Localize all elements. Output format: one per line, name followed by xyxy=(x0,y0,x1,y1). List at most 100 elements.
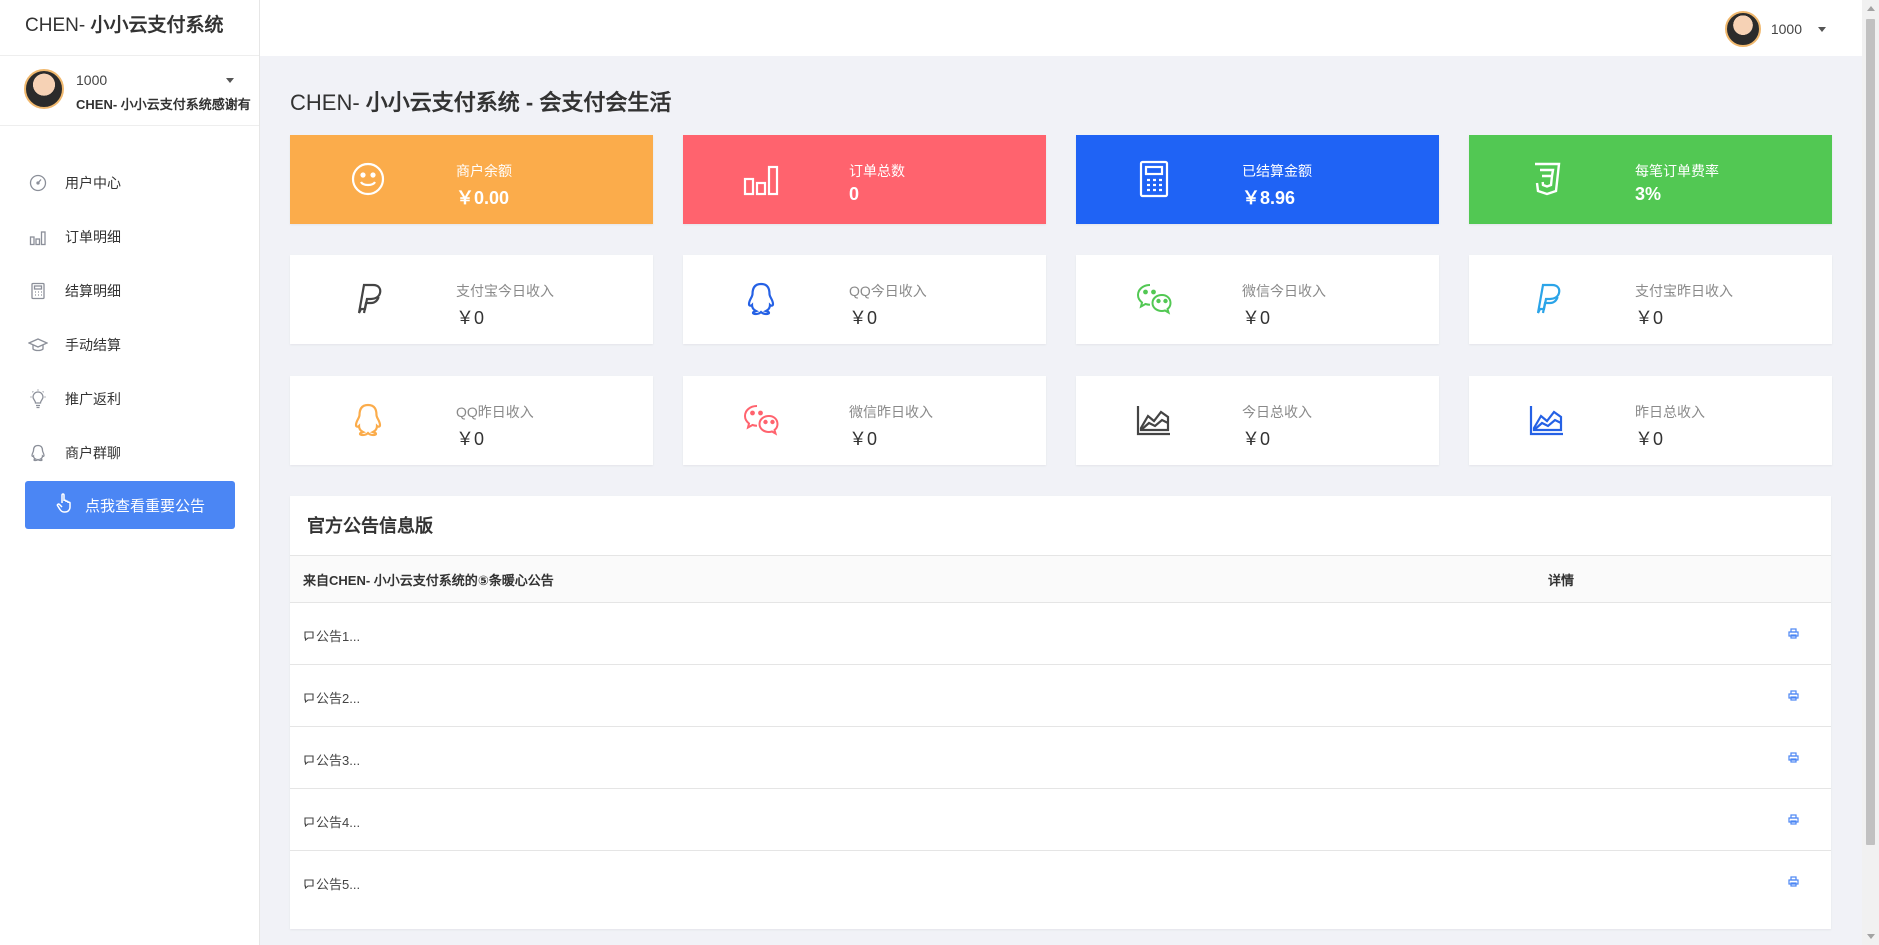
sidebar-item-label: 用户中心 xyxy=(65,175,121,191)
page-title-name: 小小云支付系统 xyxy=(365,90,520,115)
print-icon[interactable] xyxy=(1788,627,1799,642)
table-row[interactable]: 公告1... xyxy=(290,603,1831,665)
stat-label: 支付宝昨日收入 xyxy=(1635,283,1733,299)
announcement-panel-title: 官方公告信息版 xyxy=(290,496,1831,556)
sidebar-item-label: 结算明细 xyxy=(65,283,121,299)
sidebar-user-panel[interactable]: 1000 CHEN- 小小云支付系统感谢有 xyxy=(0,56,259,126)
page-title: CHEN- 小小云支付系统 - 会支付会生活 xyxy=(290,85,671,117)
comment-icon xyxy=(304,878,314,889)
scroll-down-arrow-icon[interactable] xyxy=(1867,934,1875,939)
calculator-icon xyxy=(1132,157,1176,201)
sidebar-nav: 用户中心 订单明细 结算明细 手动结算 推广返利 商户群聊 xyxy=(0,126,259,480)
comment-icon xyxy=(304,816,314,827)
stat-label: 每笔订单费率 xyxy=(1635,163,1719,179)
page-title-suffix: - 会支付会生活 xyxy=(519,90,672,115)
qq-icon xyxy=(346,398,390,442)
stat-value: ￥0 xyxy=(456,429,485,449)
sidebar-item-settlements[interactable]: 结算明细 xyxy=(0,264,259,318)
stat-card-order-count: 订单总数 0 xyxy=(683,135,1046,224)
print-icon[interactable] xyxy=(1788,689,1799,704)
table-row[interactable]: 公告5... xyxy=(290,851,1831,913)
stat-label: 昨日总收入 xyxy=(1635,404,1705,420)
view-announcement-button[interactable]: 点我查看重要公告 xyxy=(25,481,235,529)
calculator-icon xyxy=(28,281,48,301)
area-chart-icon xyxy=(1132,398,1176,442)
announcement-link[interactable]: 公告4... xyxy=(304,812,360,831)
view-announcement-label: 点我查看重要公告 xyxy=(84,497,205,515)
print-icon[interactable] xyxy=(1788,813,1799,828)
stat-card-qq-today: QQ今日收入 ￥0 xyxy=(683,255,1046,344)
announcement-title: 公告5... xyxy=(316,877,361,892)
sidebar-item-user-center[interactable]: 用户中心 xyxy=(0,156,259,210)
comment-icon xyxy=(304,692,314,703)
announcement-panel: 官方公告信息版 来自CHEN- 小小云支付系统的⑤条暖心公告 详情 公告1...… xyxy=(290,496,1831,929)
stat-label: 订单总数 xyxy=(849,163,905,179)
stat-card-settled-amount: 已结算金额 ￥8.96 xyxy=(1076,135,1439,224)
sidebar-item-label: 订单明细 xyxy=(65,229,121,245)
stat-value: ￥0 xyxy=(1242,308,1271,328)
stat-card-wechat-today: 微信今日收入 ￥0 xyxy=(1076,255,1439,344)
print-icon[interactable] xyxy=(1788,751,1799,766)
bar-chart-icon xyxy=(739,157,783,201)
stat-card-alipay-today: 支付宝今日收入 ￥0 xyxy=(290,255,653,344)
page-title-prefix: CHEN- xyxy=(290,90,366,115)
print-icon[interactable] xyxy=(1788,875,1799,890)
hand-pointer-icon xyxy=(55,492,75,518)
stat-label: 微信今日收入 xyxy=(1242,283,1326,299)
paypal-icon xyxy=(1525,277,1569,321)
chevron-down-icon[interactable] xyxy=(226,78,234,83)
table-row[interactable]: 公告2... xyxy=(290,665,1831,727)
sidebar-item-orders[interactable]: 订单明细 xyxy=(0,210,259,264)
comment-icon xyxy=(304,630,314,641)
stat-label: QQ昨日收入 xyxy=(456,404,534,420)
brand-title[interactable]: CHEN- 小小云支付系统 xyxy=(0,0,259,56)
brand-name: 小小云支付系统 xyxy=(90,15,224,36)
stat-value: ￥0 xyxy=(456,308,485,328)
table-row[interactable]: 公告3... xyxy=(290,727,1831,789)
sidebar-item-manual-settlement[interactable]: 手动结算 xyxy=(0,318,259,372)
announcement-title: 公告4... xyxy=(316,815,361,830)
stat-value: ￥0 xyxy=(1242,429,1271,449)
announcement-title: 公告3... xyxy=(316,753,361,768)
sidebar-item-label: 手动结算 xyxy=(65,337,121,353)
sidebar-item-referral[interactable]: 推广返利 xyxy=(0,372,259,426)
comment-icon xyxy=(304,754,314,765)
table-header-detail: 详情 xyxy=(1548,572,1575,588)
stat-card-wechat-yesterday: 微信昨日收入 ￥0 xyxy=(683,376,1046,465)
dashboard-icon xyxy=(28,173,48,193)
announcement-title: 公告1... xyxy=(316,629,361,644)
announcement-title: 公告2... xyxy=(316,691,361,706)
paypal-icon xyxy=(346,277,390,321)
stat-card-yesterday-total: 昨日总收入 ￥0 xyxy=(1469,376,1832,465)
announcement-link[interactable]: 公告1... xyxy=(304,626,360,645)
smile-icon xyxy=(346,157,390,201)
stat-value: ￥0.00 xyxy=(456,188,510,208)
scrollbar-thumb[interactable] xyxy=(1866,19,1875,845)
stat-value: 0 xyxy=(849,184,860,204)
stat-label: 微信昨日收入 xyxy=(849,404,933,420)
sidebar-item-label: 商户群聊 xyxy=(65,445,121,461)
announcement-link[interactable]: 公告5... xyxy=(304,874,360,893)
table-row[interactable]: 公告4... xyxy=(290,789,1831,851)
bar-chart-icon xyxy=(28,227,48,247)
area-chart-icon xyxy=(1525,398,1569,442)
announcement-link[interactable]: 公告2... xyxy=(304,688,360,707)
qq-icon xyxy=(739,277,783,321)
stat-label: 已结算金额 xyxy=(1242,163,1312,179)
sidebar-item-merchant-chat[interactable]: 商户群聊 xyxy=(0,426,259,480)
stat-value: ￥0 xyxy=(849,429,878,449)
brand-prefix: CHEN- xyxy=(25,15,91,36)
avatar xyxy=(24,69,64,109)
stat-label: 支付宝今日收入 xyxy=(456,283,554,299)
sidebar-item-label: 推广返利 xyxy=(65,391,121,407)
wechat-icon xyxy=(739,398,783,442)
user-menu[interactable]: 1000 xyxy=(1724,11,1826,47)
announcement-link[interactable]: 公告3... xyxy=(304,750,360,769)
wechat-icon xyxy=(1132,277,1176,321)
scroll-up-arrow-icon[interactable] xyxy=(1867,6,1875,11)
stat-value: ￥0 xyxy=(1635,308,1664,328)
stat-card-qq-yesterday: QQ昨日收入 ￥0 xyxy=(290,376,653,465)
stat-value: 3% xyxy=(1635,184,1662,204)
scrollbar[interactable] xyxy=(1862,0,1879,945)
stat-card-balance: 商户余额 ￥0.00 xyxy=(290,135,653,224)
